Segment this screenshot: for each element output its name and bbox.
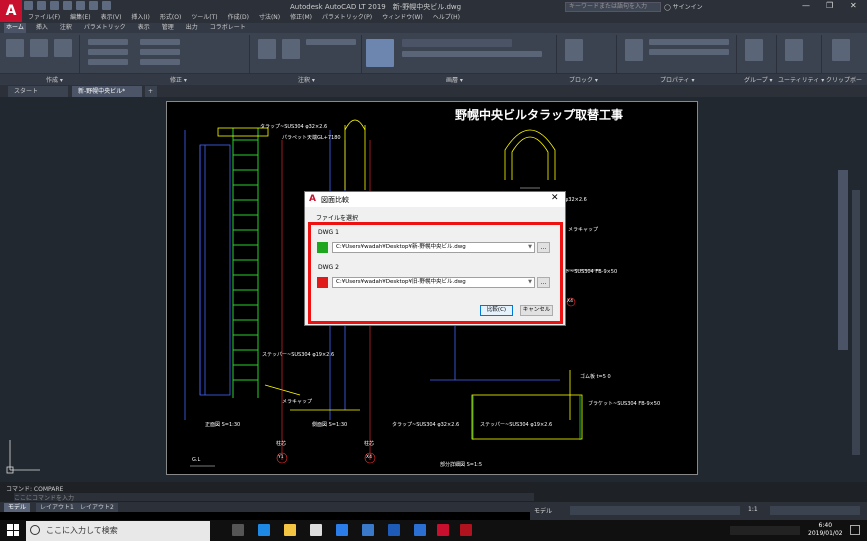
windows-start-icon[interactable] xyxy=(7,524,19,536)
workspace-tools[interactable] xyxy=(770,506,860,515)
dwg2-path: C:¥Users¥wadah¥Desktop¥旧-野幌中央ビル.dwg xyxy=(336,279,466,285)
clock-time: 6:40 xyxy=(818,522,833,529)
label-tarap-bottom: タラップ~SUS304 φ32×2.6 xyxy=(392,422,460,428)
store-icon[interactable] xyxy=(336,524,348,536)
label-bracket: ブラケット~SUS304 FB-9×50 xyxy=(588,401,661,407)
autocad-logo-icon: A xyxy=(309,194,316,204)
label-pillar-2: 柱芯 xyxy=(364,441,375,447)
dwg2-label: DWG 2 xyxy=(318,264,339,271)
grid-bubble-y1: Y1 xyxy=(278,455,284,460)
grid-bubble-x4: X4 xyxy=(366,455,372,460)
label-gl: G.L xyxy=(192,457,201,463)
label-stepper: ステッパー~SUS304 φ19×2.6 xyxy=(262,352,335,358)
system-tray[interactable] xyxy=(730,526,800,535)
label-detail: 部分詳細図 S=1:5 xyxy=(440,462,483,468)
viewcube-panel[interactable] xyxy=(838,170,848,350)
dwg2-browse-button[interactable]: ... xyxy=(537,277,550,288)
tab-layout1[interactable]: レイアウト1 xyxy=(36,503,78,512)
cortana-icon xyxy=(30,525,40,535)
label-bracket-2: ト~SUS304 FB-9×50 xyxy=(565,269,618,275)
compare-dialog: A 図面比較 ✕ ファイルを選択 DWG 1 C:¥Users¥wadah¥De… xyxy=(304,191,566,326)
file-explorer-icon[interactable] xyxy=(284,524,296,536)
dwg1-color-swatch[interactable] xyxy=(317,242,328,253)
annotation-scale[interactable]: 1:1 xyxy=(748,506,758,513)
close-icon[interactable]: ✕ xyxy=(551,193,559,203)
chevron-down-icon: ▼ xyxy=(528,244,532,250)
command-input[interactable]: ここにコマンドを入力 xyxy=(14,493,534,502)
navigation-bar[interactable] xyxy=(852,190,860,455)
task-view-icon[interactable] xyxy=(232,524,244,536)
label-tarap-top: タラップ~SUS304 φ32×2.6 xyxy=(260,124,328,130)
taskbar-search-input[interactable]: ここに入力して検索 xyxy=(26,521,210,541)
label-mera-cap: メラキャップ xyxy=(282,399,313,405)
dialog-title-bar: A 図面比較 ✕ xyxy=(305,192,565,207)
section-label: ファイルを選択 xyxy=(316,215,359,222)
label-rubber: ゴム板 t=5 0 xyxy=(580,374,611,380)
tab-model[interactable]: モデル xyxy=(4,503,31,512)
label-stepper-bottom: ステッパー~SUS304 φ19×2.6 xyxy=(480,422,553,428)
status-bar: モデル 1:1 xyxy=(530,502,867,520)
label-dim: φ32×2.6 xyxy=(565,197,587,203)
edge-icon[interactable] xyxy=(258,524,270,536)
dialog-title: 図面比較 xyxy=(321,196,349,204)
ie-icon[interactable] xyxy=(414,524,426,536)
dwg2-color-swatch[interactable] xyxy=(317,277,328,288)
dwg1-path: C:¥Users¥wadah¥Desktop¥新-野幌中央ビル.dwg xyxy=(336,244,466,250)
autocad-taskbar-icon[interactable] xyxy=(437,524,449,536)
taskbar-clock[interactable]: 6:40 2019/01/02 xyxy=(808,522,843,538)
label-front-view: 正面図 S=1:30 xyxy=(205,422,241,428)
mail-icon[interactable] xyxy=(310,524,322,536)
cancel-button[interactable]: キャンセル xyxy=(520,305,553,316)
grid-bubble-x4b: X4 xyxy=(567,299,573,304)
dwg1-label: DWG 1 xyxy=(318,229,339,236)
tab-layout2[interactable]: レイアウト2 xyxy=(76,503,118,512)
label-mera-cap-2: メラキャップ xyxy=(568,227,599,233)
dwg2-file-select[interactable]: C:¥Users¥wadah¥Desktop¥旧-野幌中央ビル.dwg ▼ xyxy=(332,277,535,288)
autocad-logo-icon[interactable]: A xyxy=(0,0,22,22)
app-icon[interactable] xyxy=(388,524,400,536)
chevron-down-icon: ▼ xyxy=(528,279,532,285)
model-space-button[interactable]: モデル xyxy=(534,506,552,515)
label-side-view: 側面図 S=1:30 xyxy=(312,422,348,428)
drawing-title: 野幌中央ビルタラップ取替工事 xyxy=(455,108,624,122)
drafting-toggles[interactable] xyxy=(570,506,740,515)
label-parapet: パラペット天端GL+7180 xyxy=(282,135,341,141)
notification-icon[interactable] xyxy=(850,525,860,535)
dwg1-browse-button[interactable]: ... xyxy=(537,242,550,253)
dwg1-file-select[interactable]: C:¥Users¥wadah¥Desktop¥新-野幌中央ビル.dwg ▼ xyxy=(332,242,535,253)
compare-button[interactable]: 比較(C) xyxy=(480,305,513,316)
clock-date: 2019/01/02 xyxy=(808,530,843,537)
autocad-lt-taskbar-icon[interactable] xyxy=(460,524,472,536)
label-pillar: 柱芯 xyxy=(276,441,287,447)
app-icon[interactable] xyxy=(362,524,374,536)
command-history: コマンド: COMPARE xyxy=(6,486,64,493)
